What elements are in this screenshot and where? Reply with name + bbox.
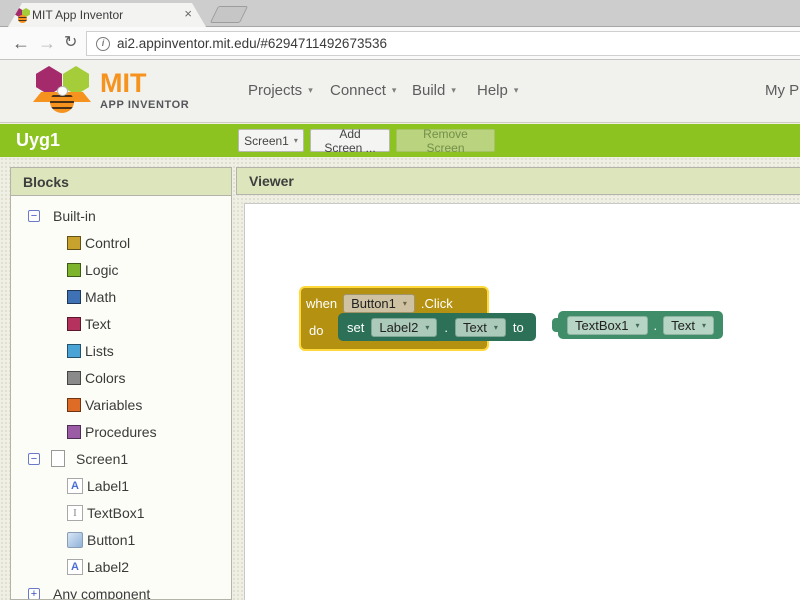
text-color-swatch	[67, 317, 81, 331]
expand-icon[interactable]: +	[28, 588, 40, 600]
to-keyword: to	[513, 320, 524, 335]
menu-build[interactable]: Build▾	[412, 82, 456, 99]
remove-screen-button: Remove Screen	[396, 129, 495, 152]
component-dropdown[interactable]: Label2 ▾	[371, 318, 437, 337]
app-inventor-blocks-editor: MIT App Inventor × ← → ↻ i ai2.appinvent…	[0, 0, 800, 600]
forward-icon: →	[38, 31, 56, 55]
component-dropdown[interactable]: TextBox1 ▾	[567, 316, 648, 335]
tree-node-screen1[interactable]: − Screen1	[11, 445, 231, 472]
screen-icon	[51, 450, 65, 467]
block-plug	[552, 318, 561, 332]
set-label2-text-block[interactable]: set Label2 ▾ . Text ▾ to	[338, 313, 536, 341]
chevron-down-icon: ▾	[514, 85, 519, 95]
reload-icon[interactable]: ↻	[64, 31, 77, 55]
property-dropdown[interactable]: Text ▾	[663, 316, 714, 335]
brand-app-inventor: APP INVENTOR	[100, 99, 189, 111]
tree-item-lists[interactable]: Lists	[11, 337, 231, 364]
math-color-swatch	[67, 290, 81, 304]
page-info-icon[interactable]: i	[96, 37, 110, 51]
chevron-down-icon: ▾	[451, 85, 456, 95]
chevron-down-icon: ▾	[294, 136, 298, 145]
colors-color-swatch	[67, 371, 81, 385]
browser-toolbar: ← → ↻ i ai2.appinventor.mit.edu/#6294711…	[0, 27, 800, 60]
app-header: MIT APP INVENTOR Projects▾ Connect▾ Buil…	[0, 60, 800, 123]
tree-item-textbox1[interactable]: I TextBox1	[11, 499, 231, 526]
tree-item-label2[interactable]: A Label2	[11, 553, 231, 580]
add-screen-button[interactable]: Add Screen ...	[310, 129, 390, 152]
variables-color-swatch	[67, 398, 81, 412]
collapse-icon[interactable]: −	[28, 453, 40, 465]
tree-node-builtin[interactable]: − Built-in	[11, 202, 231, 229]
control-color-swatch	[67, 236, 81, 250]
property-dropdown[interactable]: Text ▾	[455, 318, 506, 337]
event-name: .Click	[421, 296, 453, 311]
chevron-down-icon: ▾	[494, 323, 498, 332]
viewer-panel-title: Viewer	[236, 167, 800, 195]
dot-separator: .	[444, 320, 448, 335]
chevron-down-icon: ▾	[702, 321, 706, 330]
tab-title: MIT App Inventor	[32, 8, 123, 22]
tree-item-math[interactable]: Math	[11, 283, 231, 310]
menu-my-projects[interactable]: My Pro	[765, 82, 800, 99]
tab-close-icon[interactable]: ×	[184, 7, 192, 21]
new-tab-button[interactable]	[210, 6, 248, 23]
tree-item-button1[interactable]: Button1	[11, 526, 231, 553]
textbox1-text-getter-block[interactable]: TextBox1 ▾ . Text ▾	[558, 311, 723, 339]
menu-connect[interactable]: Connect▾	[330, 82, 396, 99]
button-icon	[67, 532, 83, 548]
component-dropdown[interactable]: Button1 ▾	[343, 294, 415, 313]
label-icon: A	[67, 478, 83, 494]
when-keyword: when	[306, 296, 337, 311]
logo-bee-head	[57, 86, 68, 96]
collapse-icon[interactable]: −	[28, 210, 40, 222]
dot-separator: .	[654, 318, 658, 333]
blocks-panel: Blocks − Built-in Control Logic Math	[10, 167, 232, 600]
menu-help[interactable]: Help▾	[477, 82, 518, 99]
procedures-color-swatch	[67, 425, 81, 439]
blocks-tree: − Built-in Control Logic Math Tex	[11, 196, 231, 600]
chevron-down-icon: ▾	[392, 85, 397, 95]
url-bar[interactable]: i ai2.appinventor.mit.edu/#6294711492673…	[86, 31, 800, 56]
screen-selector-button[interactable]: Screen1 ▾	[238, 129, 304, 152]
tree-item-logic[interactable]: Logic	[11, 256, 231, 283]
logic-color-swatch	[67, 263, 81, 277]
chevron-down-icon: ▾	[425, 323, 429, 332]
menu-projects[interactable]: Projects▾	[248, 82, 313, 99]
lists-color-swatch	[67, 344, 81, 358]
brand-mit: MIT	[100, 68, 147, 99]
label-icon: A	[67, 559, 83, 575]
blocks-canvas[interactable]: when Button1 ▾ .Click do set Label2 ▾ .	[244, 203, 800, 600]
tree-node-any-component[interactable]: + Any component	[11, 580, 231, 600]
favicon-bee	[18, 15, 27, 23]
browser-tabstrip: MIT App Inventor ×	[0, 0, 800, 27]
tree-item-text[interactable]: Text	[11, 310, 231, 337]
tree-item-colors[interactable]: Colors	[11, 364, 231, 391]
textbox-icon: I	[67, 505, 83, 521]
set-keyword: set	[347, 320, 364, 335]
app-inventor-favicon	[15, 8, 31, 24]
when-block-header: when Button1 ▾ .Click	[306, 291, 482, 315]
tree-item-procedures[interactable]: Procedures	[11, 418, 231, 445]
url-text[interactable]: ai2.appinventor.mit.edu/#629471149267353…	[117, 36, 387, 51]
app-inventor-logo	[30, 65, 94, 117]
browser-tab[interactable]: MIT App Inventor ×	[8, 3, 206, 27]
blocks-panel-title: Blocks	[11, 168, 231, 196]
tree-item-control[interactable]: Control	[11, 229, 231, 256]
tree-item-variables[interactable]: Variables	[11, 391, 231, 418]
chevron-down-icon: ▾	[635, 321, 639, 330]
tree-item-label1[interactable]: A Label1	[11, 472, 231, 499]
chevron-down-icon: ▾	[308, 85, 313, 95]
project-bar: Uyg1 Screen1 ▾ Add Screen ... Remove Scr…	[0, 124, 800, 157]
project-name: Uyg1	[16, 124, 60, 157]
back-icon[interactable]: ←	[12, 31, 30, 55]
chevron-down-icon: ▾	[403, 299, 407, 308]
workspace: Blocks − Built-in Control Logic Math	[0, 157, 800, 600]
